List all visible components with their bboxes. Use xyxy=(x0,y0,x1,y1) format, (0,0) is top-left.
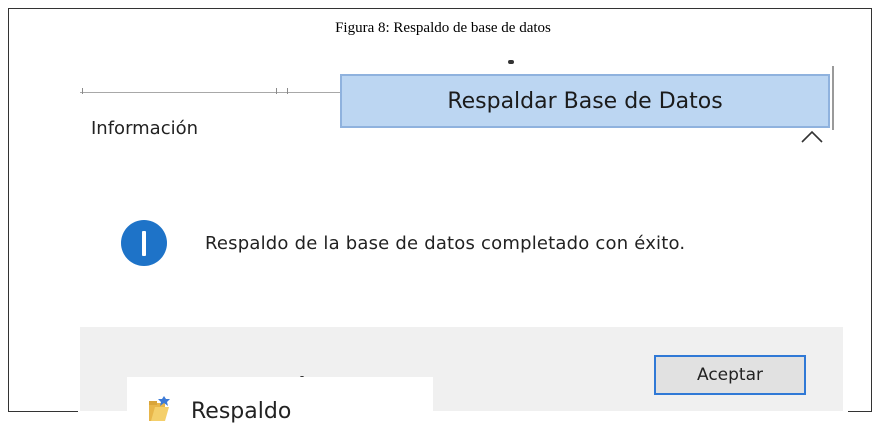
folder-label: Respaldo xyxy=(191,399,292,424)
dialog-message: Respaldo de la base de datos completado … xyxy=(205,232,686,254)
folder-icon xyxy=(149,396,170,421)
close-icon[interactable] xyxy=(800,122,824,146)
info-icon xyxy=(121,220,167,266)
dialog-title: Información xyxy=(91,118,199,139)
background-tick xyxy=(287,88,288,94)
background-fragment xyxy=(508,60,514,64)
backup-database-button[interactable]: Respaldar Base de Datos xyxy=(340,74,830,128)
accept-button[interactable]: Aceptar xyxy=(654,355,806,395)
background-toolbar-divider xyxy=(80,92,340,93)
folder-list-item[interactable]: Respaldo xyxy=(127,377,433,428)
figure-frame-bottom-left xyxy=(8,411,78,412)
figure-frame-bottom-right xyxy=(848,411,872,412)
background-tick xyxy=(82,88,83,94)
background-window-edge xyxy=(832,66,842,130)
dialog-message-row: Respaldo de la base de datos completado … xyxy=(121,220,685,266)
figure-caption: Figura 8: Respaldo de base de datos xyxy=(335,20,551,36)
background-tick xyxy=(276,88,277,94)
